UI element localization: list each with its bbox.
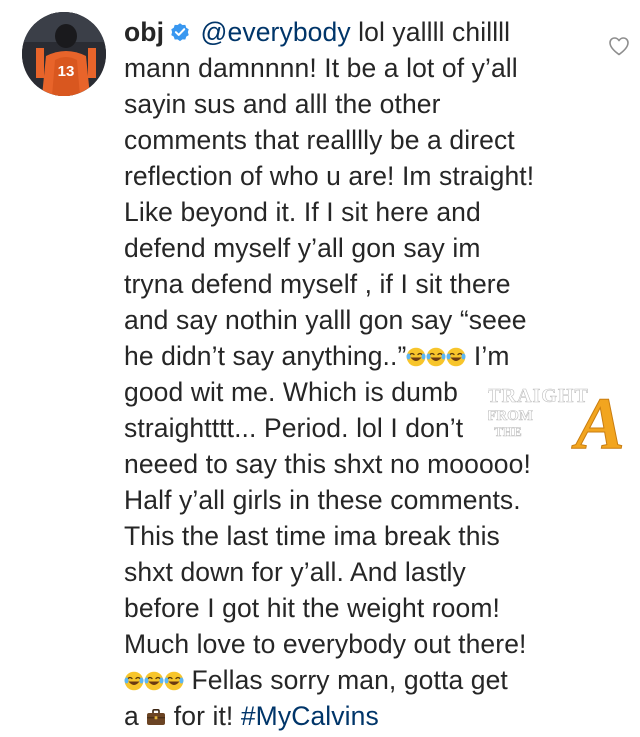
face-with-tears-of-joy-emoji-icon [124,671,144,691]
face-with-tears-of-joy-emoji-icon [406,347,426,367]
comment-body-part4: for it! [166,701,241,731]
face-with-tears-of-joy-emoji-icon [144,671,164,691]
comment-body-part2: I’m good wit me. Which is dumb straightt… [124,341,531,659]
avatar-image: 13 [22,12,106,96]
comment-username[interactable]: obj [124,17,164,47]
avatar-jersey-number: 13 [58,63,75,80]
like-button[interactable] [607,34,631,58]
briefcase-emoji-icon [146,707,166,727]
face-with-tears-of-joy-emoji-icon [446,347,466,367]
comment-item: 13 obj @everybody lol yallll chillll man… [0,0,640,737]
comment-body-part1: lol yallll chillll mann damnnnn! It be a… [124,17,535,371]
verified-badge-icon [169,21,191,43]
heart-outline-icon [609,37,629,56]
avatar[interactable]: 13 [22,12,106,96]
mention-link[interactable]: @everybody [201,17,351,47]
hashtag-link[interactable]: #MyCalvins [241,701,379,731]
comment-text: obj @everybody lol yallll chillll mann d… [124,14,594,734]
face-with-tears-of-joy-emoji-icon [426,347,446,367]
face-with-tears-of-joy-emoji-icon [164,671,184,691]
